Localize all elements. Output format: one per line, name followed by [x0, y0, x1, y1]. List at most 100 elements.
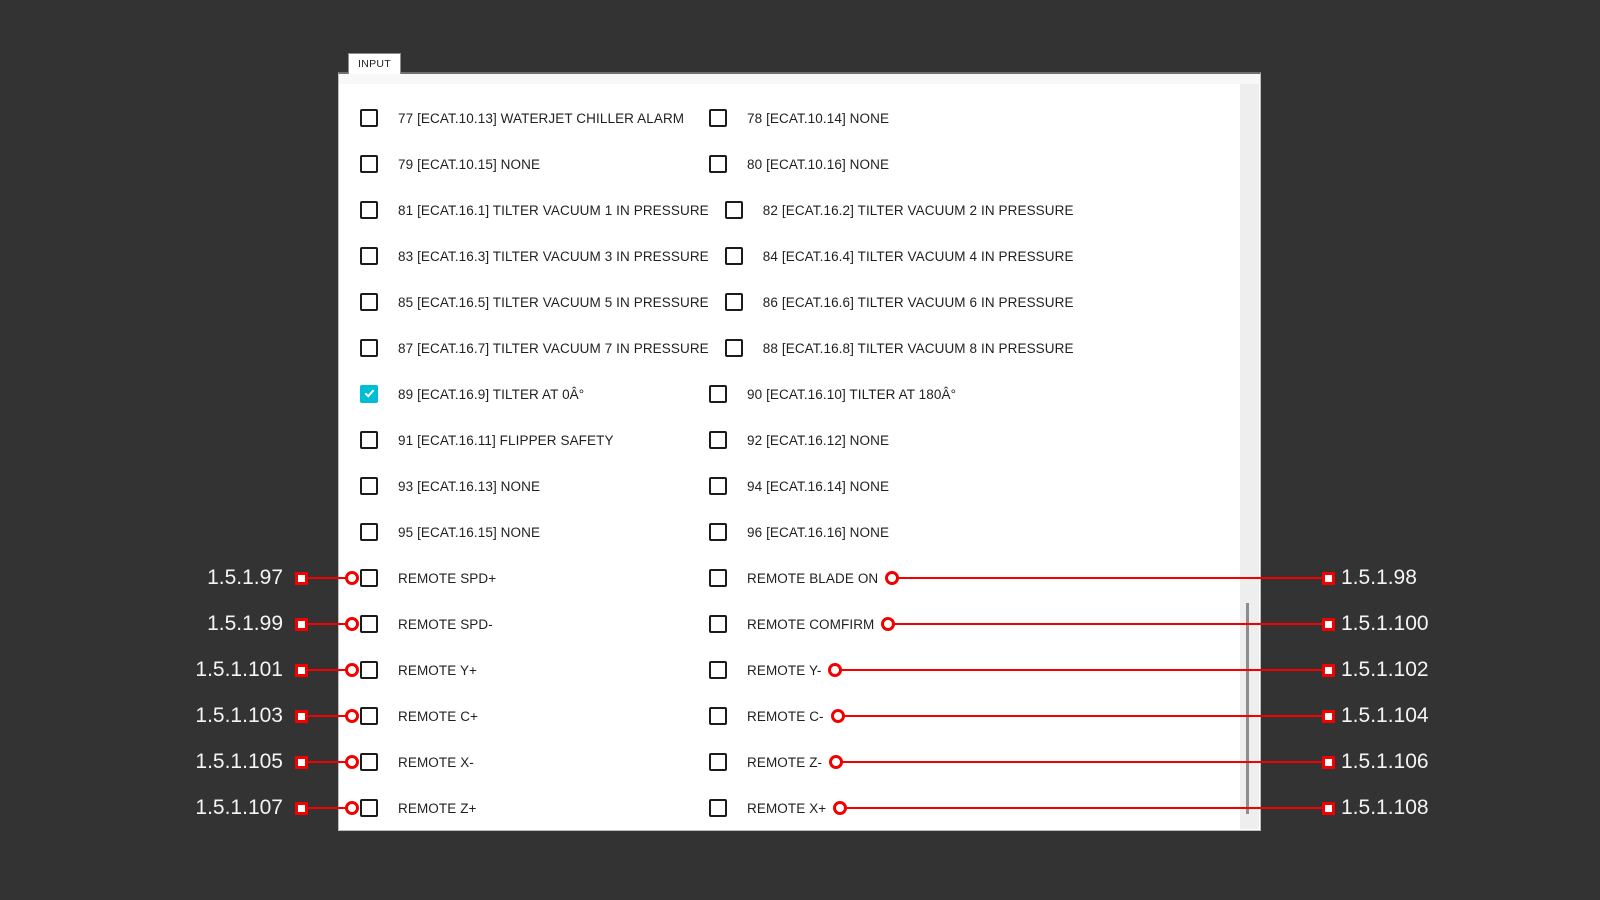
checkbox[interactable]	[360, 155, 378, 173]
callout-square-marker	[295, 572, 308, 585]
checkbox[interactable]	[360, 661, 378, 679]
checkbox-label: 83 [ECAT.16.3] TILTER VACUUM 3 IN PRESSU…	[398, 249, 709, 264]
callout-label-left: 1.5.1.101	[90, 655, 283, 685]
input-row: 93 [ECAT.16.13] NONE94 [ECAT.16.14] NONE	[360, 463, 1236, 509]
checkbox-label: 87 [ECAT.16.7] TILTER VACUUM 7 IN PRESSU…	[398, 341, 709, 356]
checkbox[interactable]	[725, 201, 743, 219]
checkbox-checked[interactable]	[360, 385, 378, 403]
input-cell-right: REMOTE BLADE ON	[709, 569, 878, 587]
checkbox[interactable]	[360, 201, 378, 219]
checkbox-label: REMOTE COMFIRM	[747, 617, 874, 632]
checkbox-label: REMOTE X-	[398, 755, 474, 770]
checkbox-label: 89 [ECAT.16.9] TILTER AT 0Â°	[398, 387, 584, 402]
checkbox[interactable]	[709, 523, 727, 541]
checkbox[interactable]	[360, 753, 378, 771]
input-row: REMOTE SPD- REMOTE COMFIRM	[360, 601, 1236, 647]
callout-label-right: 1.5.1.102	[1341, 655, 1429, 685]
checkbox[interactable]	[360, 799, 378, 817]
checkbox-label: REMOTE Z-	[747, 755, 822, 770]
checkbox[interactable]	[709, 477, 727, 495]
callout-square-marker	[295, 664, 308, 677]
input-cell-right: REMOTE Z-	[709, 753, 822, 771]
checkbox[interactable]	[360, 477, 378, 495]
input-row: 95 [ECAT.16.15] NONE 96 [ECAT.16.16] NONE	[360, 509, 1236, 555]
checkbox[interactable]	[725, 339, 743, 357]
screen: INPUT 77 [ECAT.10.13] WATERJET CHILLER A…	[0, 0, 1600, 900]
input-cell-left: 87 [ECAT.16.7] TILTER VACUUM 7 IN PRESSU…	[360, 339, 725, 357]
input-cell-left: 83 [ECAT.16.3] TILTER VACUUM 3 IN PRESSU…	[360, 247, 725, 265]
input-row: REMOTE Y+ REMOTE Y-	[360, 647, 1236, 693]
input-cell-left: REMOTE Y+	[360, 661, 709, 679]
checkbox[interactable]	[725, 293, 743, 311]
input-panel: 77 [ECAT.10.13] WATERJET CHILLER ALARM78…	[338, 72, 1261, 831]
callout-square-marker	[295, 710, 308, 723]
checkbox-label: 96 [ECAT.16.16] NONE	[747, 525, 889, 540]
checkbox[interactable]	[709, 799, 727, 817]
checkbox[interactable]	[709, 109, 727, 127]
checkbox-label: 85 [ECAT.16.5] TILTER VACUUM 5 IN PRESSU…	[398, 295, 709, 310]
checkbox[interactable]	[709, 661, 727, 679]
checkbox[interactable]	[360, 707, 378, 725]
checkbox-label: REMOTE Y-	[747, 663, 821, 678]
callout-square-marker	[1322, 618, 1335, 631]
checkbox[interactable]	[709, 431, 727, 449]
checkbox[interactable]	[709, 753, 727, 771]
input-row: REMOTE SPD+REMOTE BLADE ON	[360, 555, 1236, 601]
callout-label-left: 1.5.1.103	[90, 701, 283, 731]
scrollbar-track[interactable]	[1240, 84, 1259, 829]
checkbox[interactable]	[360, 569, 378, 587]
callout-square-marker	[1322, 710, 1335, 723]
checkbox[interactable]	[709, 707, 727, 725]
input-cell-left: REMOTE SPD+	[360, 569, 709, 587]
input-cell-right: 82 [ECAT.16.2] TILTER VACUUM 2 IN PRESSU…	[725, 201, 1074, 219]
input-cell-left: REMOTE X-	[360, 753, 709, 771]
input-cell-right: 78 [ECAT.10.14] NONE	[709, 109, 889, 127]
checkbox-label: REMOTE X+	[747, 801, 826, 816]
callout-square-marker	[1322, 664, 1335, 677]
callout-square-marker	[295, 802, 308, 815]
checkbox[interactable]	[360, 523, 378, 541]
input-cell-right: 80 [ECAT.10.16] NONE	[709, 155, 889, 173]
input-cell-left: REMOTE SPD-	[360, 615, 709, 633]
checkbox[interactable]	[709, 385, 727, 403]
input-row: 81 [ECAT.16.1] TILTER VACUUM 1 IN PRESSU…	[360, 187, 1236, 233]
checkbox[interactable]	[709, 569, 727, 587]
checkbox[interactable]	[360, 247, 378, 265]
scrollbar-thumb[interactable]	[1246, 603, 1249, 814]
input-cell-right: 94 [ECAT.16.14] NONE	[709, 477, 889, 495]
input-cell-right: 88 [ECAT.16.8] TILTER VACUUM 8 IN PRESSU…	[725, 339, 1074, 357]
input-cell-right: 90 [ECAT.16.10] TILTER AT 180Â°	[709, 385, 956, 403]
callout-label-right: 1.5.1.104	[1341, 701, 1429, 731]
checkbox-label: 92 [ECAT.16.12] NONE	[747, 433, 889, 448]
input-row: REMOTE X- REMOTE Z-	[360, 739, 1236, 785]
callout-label-left: 1.5.1.99	[90, 609, 283, 639]
checkbox-label: 88 [ECAT.16.8] TILTER VACUUM 8 IN PRESSU…	[763, 341, 1074, 356]
tab-bar-strip	[339, 74, 1260, 84]
checkbox[interactable]	[725, 247, 743, 265]
checkbox-label: 90 [ECAT.16.10] TILTER AT 180Â°	[747, 387, 956, 402]
checkbox-label: REMOTE Y+	[398, 663, 477, 678]
input-cell-right: 84 [ECAT.16.4] TILTER VACUUM 4 IN PRESSU…	[725, 247, 1074, 265]
input-cell-left: 79 [ECAT.10.15] NONE	[360, 155, 709, 173]
input-cell-right: 96 [ECAT.16.16] NONE	[709, 523, 889, 541]
checkbox-label: 95 [ECAT.16.15] NONE	[398, 525, 540, 540]
checkbox-label: 82 [ECAT.16.2] TILTER VACUUM 2 IN PRESSU…	[763, 203, 1074, 218]
checkbox[interactable]	[709, 615, 727, 633]
input-row: REMOTE Z+REMOTE X+	[360, 785, 1236, 831]
input-cell-left: 81 [ECAT.16.1] TILTER VACUUM 1 IN PRESSU…	[360, 201, 725, 219]
input-cell-right: REMOTE X+	[709, 799, 826, 817]
checkbox[interactable]	[360, 293, 378, 311]
checkbox[interactable]	[360, 615, 378, 633]
input-row: 85 [ECAT.16.5] TILTER VACUUM 5 IN PRESSU…	[360, 279, 1236, 325]
checkbox[interactable]	[360, 339, 378, 357]
input-cell-right: REMOTE Y-	[709, 661, 821, 679]
input-row: 87 [ECAT.16.7] TILTER VACUUM 7 IN PRESSU…	[360, 325, 1236, 371]
input-cell-left: 89 [ECAT.16.9] TILTER AT 0Â°	[360, 385, 709, 403]
checkbox[interactable]	[709, 155, 727, 173]
checkbox-label: 94 [ECAT.16.14] NONE	[747, 479, 889, 494]
tab-input[interactable]: INPUT	[348, 53, 401, 74]
checkbox[interactable]	[360, 431, 378, 449]
checkbox-label: REMOTE C+	[398, 709, 478, 724]
callout-square-marker	[1322, 802, 1335, 815]
checkbox[interactable]	[360, 109, 378, 127]
